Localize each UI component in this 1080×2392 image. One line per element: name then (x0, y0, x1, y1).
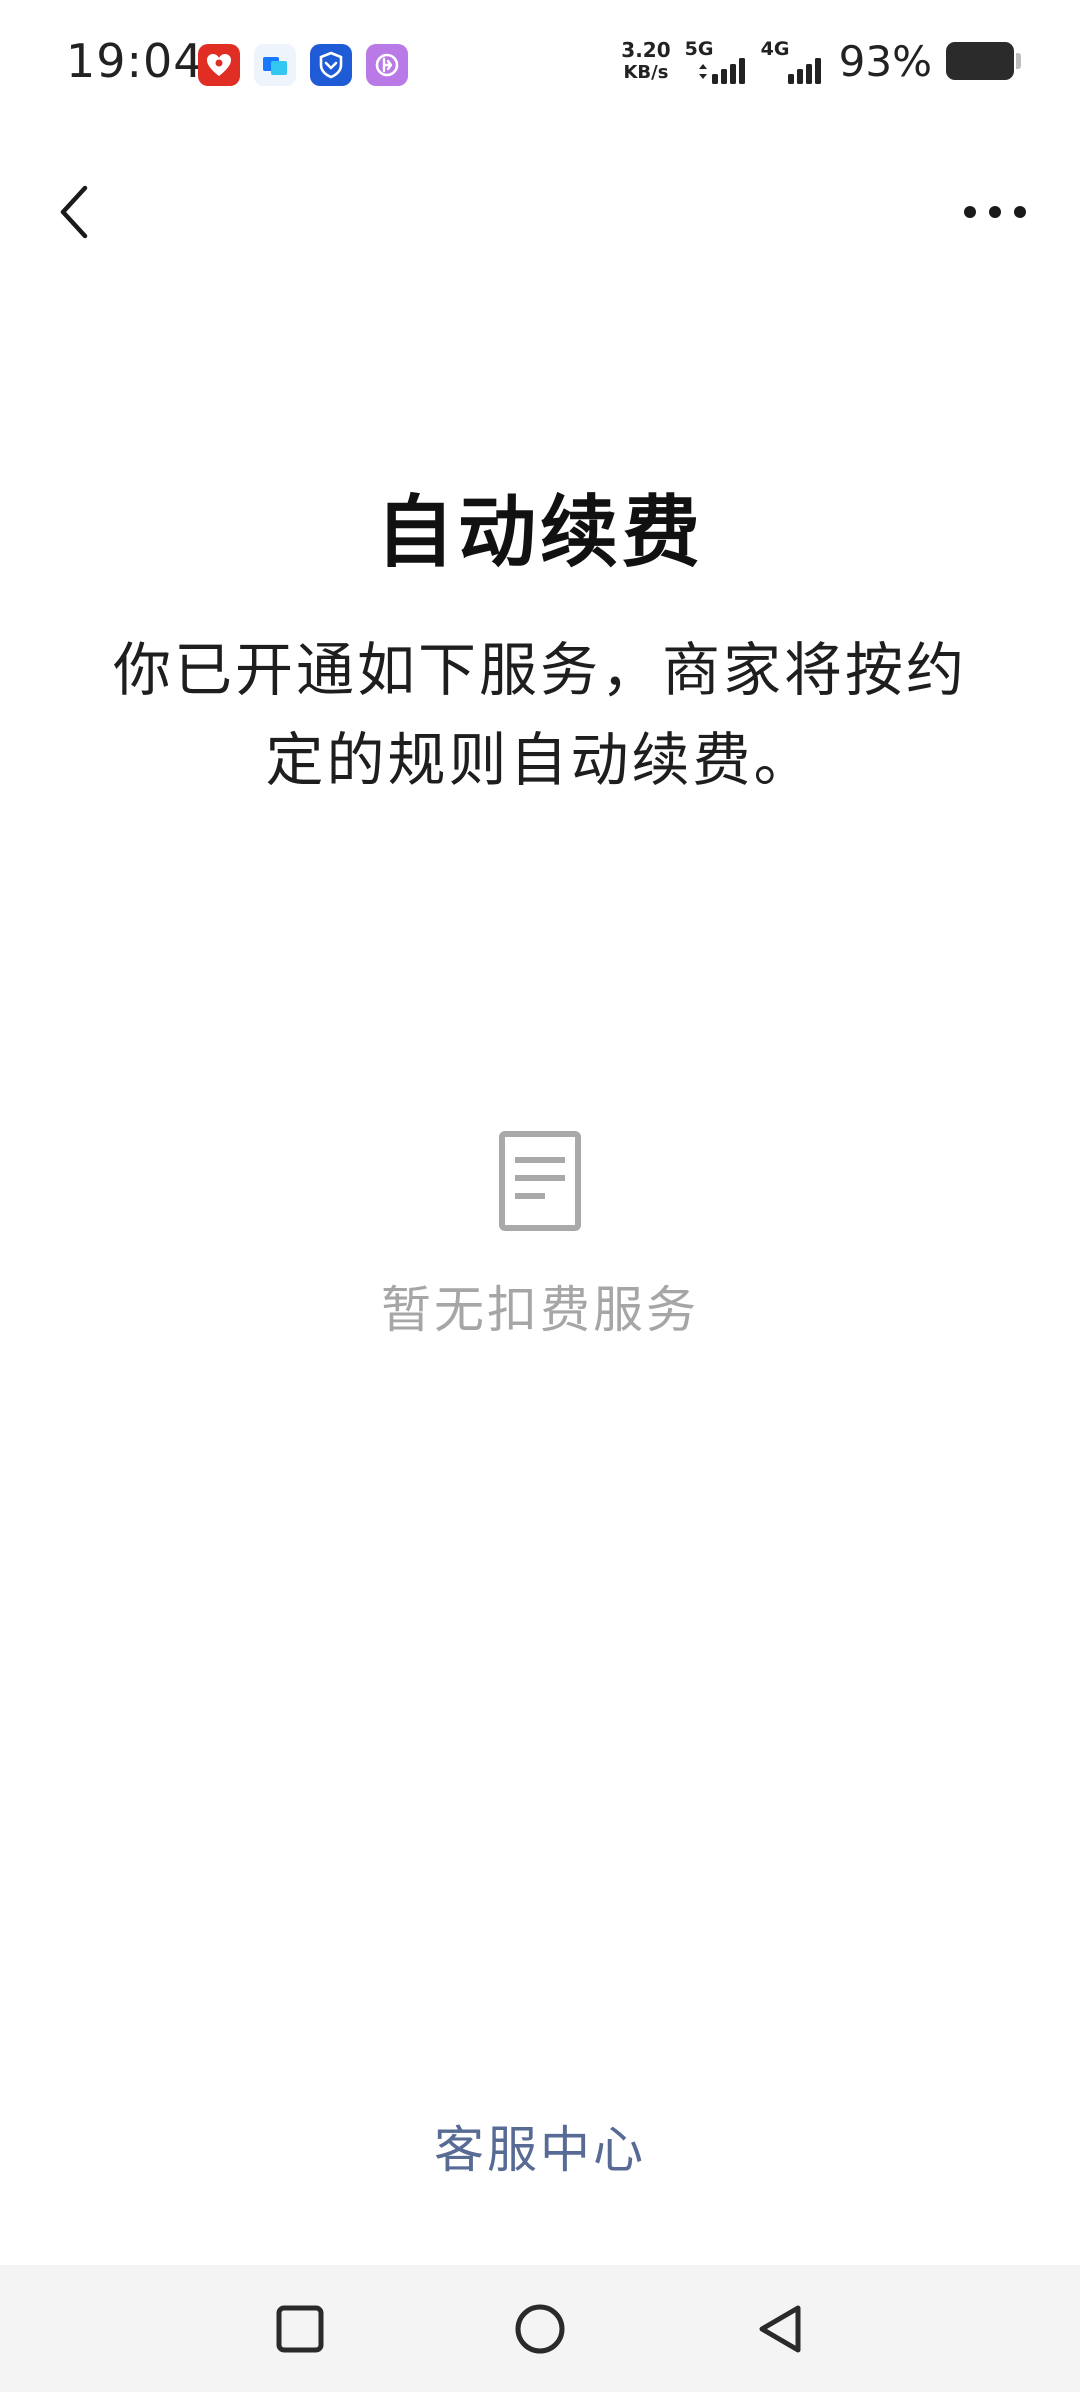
system-navigation-bar (0, 2265, 1080, 2392)
more-dots-icon (964, 206, 1026, 218)
notification-icons (198, 44, 408, 86)
square-recent-icon (276, 2305, 324, 2352)
triangle-back-icon (759, 2305, 801, 2352)
system-back-button[interactable] (725, 2265, 835, 2392)
network-speed-unit: KB/s (623, 62, 669, 83)
document-icon (499, 1131, 581, 1231)
page-title: 自动续费 (375, 488, 704, 578)
signal-bars-icon (698, 58, 745, 84)
security-shield-app-icon (310, 44, 352, 86)
page-description: 你已开通如下服务，商家将按约定的规则自动续费。 (112, 636, 967, 794)
circle-home-icon (515, 2304, 565, 2353)
recent-apps-button[interactable] (245, 2265, 355, 2392)
customer-service-link[interactable]: 客服中心 (0, 2110, 1080, 2182)
signal-4g: 4G (761, 36, 823, 86)
status-time: 19:04 (66, 34, 204, 88)
chevron-left-icon (60, 185, 88, 239)
battery-percent: 93% (838, 36, 932, 86)
battery-icon (946, 42, 1021, 80)
home-button[interactable] (485, 2265, 595, 2392)
more-options-button[interactable] (950, 172, 1040, 252)
signal-5g: 5G (685, 36, 747, 86)
back-button[interactable] (40, 172, 110, 252)
status-bar: 19:04 3.20 KB/s 5G 4G 93% (0, 0, 1080, 130)
pinduoduo-app-icon (198, 44, 240, 86)
signal-bars-icon (787, 58, 821, 84)
network-speed-value: 3.20 (621, 38, 671, 62)
empty-state-text: 暂无扣费服务 (381, 1281, 699, 1339)
purple-app-icon (366, 44, 408, 86)
network-speed: 3.20 KB/s (621, 40, 670, 82)
status-right-group: 3.20 KB/s 5G 4G 93% (621, 36, 1021, 86)
alipay-app-icon (254, 44, 296, 86)
